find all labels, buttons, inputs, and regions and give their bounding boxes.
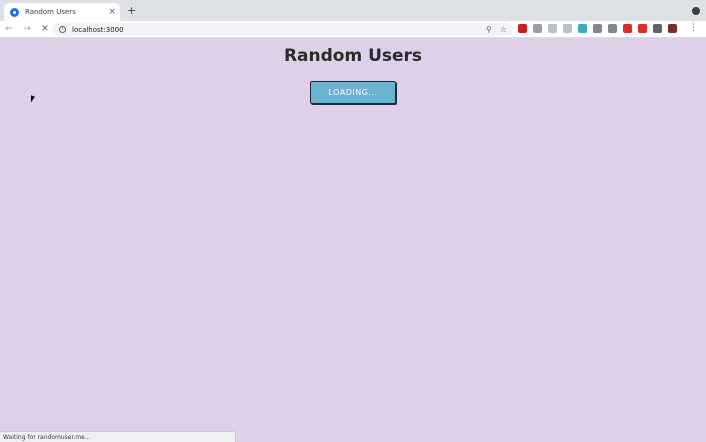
extension-check-icon[interactable] xyxy=(608,24,617,33)
extension-gray-icon[interactable] xyxy=(533,24,542,33)
extensions-row xyxy=(518,24,677,33)
address-bar[interactable]: i localhost:3000 ⚲ ☆ xyxy=(53,23,513,36)
stop-loading-button[interactable]: ✕ xyxy=(36,24,54,34)
site-info-icon[interactable]: i xyxy=(59,26,66,33)
extension-face-icon[interactable] xyxy=(593,24,602,33)
react-favicon-icon xyxy=(10,7,19,17)
window-menu-icon[interactable] xyxy=(692,7,700,15)
star-icon[interactable]: ☆ xyxy=(500,25,507,34)
browser-toolbar: ← → ✕ i localhost:3000 ⚲ ☆ ⋮ xyxy=(0,21,706,38)
profile-avatar-icon[interactable] xyxy=(668,24,677,33)
tab-strip: Random Users × + xyxy=(0,0,706,21)
close-tab-icon[interactable]: × xyxy=(108,7,116,17)
chrome-menu-icon[interactable]: ⋮ xyxy=(689,24,698,33)
extension-badge-icon[interactable] xyxy=(623,24,632,33)
extension-teal-icon[interactable] xyxy=(578,24,587,33)
new-tab-button[interactable]: + xyxy=(127,5,136,16)
extension-gray2-icon[interactable] xyxy=(548,24,557,33)
page-title: Random Users xyxy=(283,46,423,66)
loading-button[interactable]: LOADING... xyxy=(310,81,396,104)
browser-window: Random Users × + ← → ✕ i localhost:3000 … xyxy=(0,0,706,442)
forward-button[interactable]: → xyxy=(18,24,36,34)
extension-red-icon[interactable] xyxy=(518,24,527,33)
mouse-cursor-icon xyxy=(31,95,35,104)
page-content: Random Users LOADING... xyxy=(0,38,706,442)
tab-title: Random Users xyxy=(25,8,76,16)
status-bubble: Waiting for randomuser.me... xyxy=(0,431,236,442)
tab-random-users[interactable]: Random Users × xyxy=(4,3,120,21)
extension-flag-icon[interactable] xyxy=(638,24,647,33)
zoom-icon[interactable]: ⚲ xyxy=(486,25,492,34)
url-text[interactable]: localhost:3000 xyxy=(72,26,478,34)
extension-gray3-icon[interactable] xyxy=(563,24,572,33)
back-button[interactable]: ← xyxy=(0,24,18,34)
extensions-puzzle-icon[interactable] xyxy=(653,24,662,33)
